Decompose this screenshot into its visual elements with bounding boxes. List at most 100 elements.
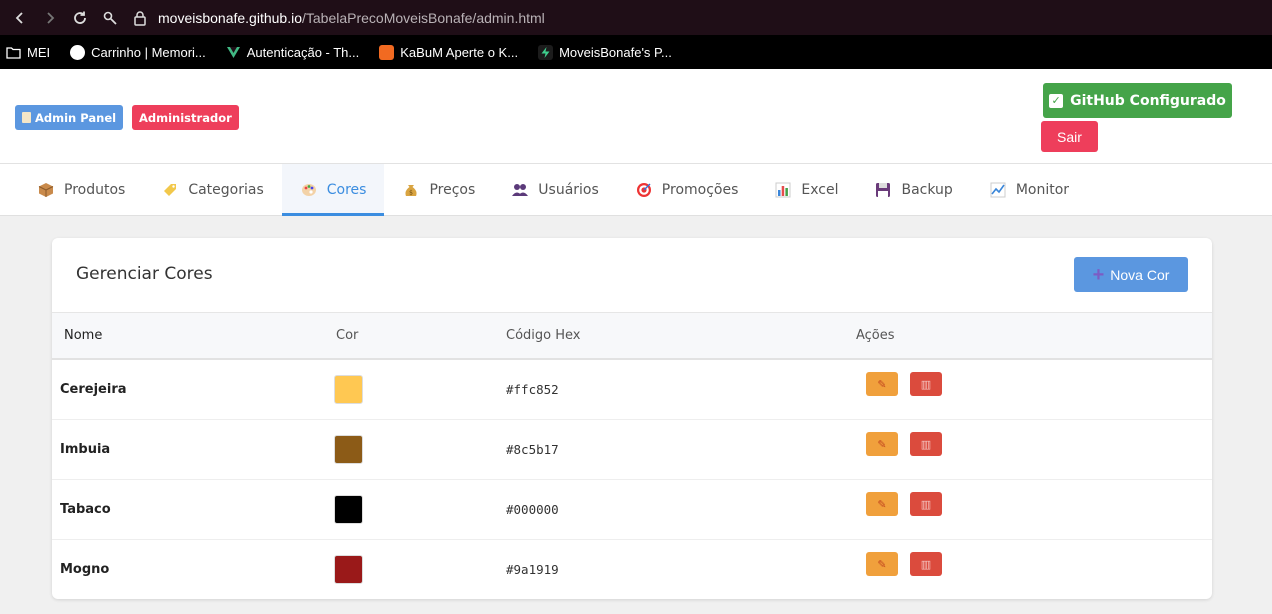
delete-button[interactable]: ▥ [910,372,942,397]
lock-icon [128,6,152,30]
color-hex: #000000 [506,479,856,540]
tag-icon [161,181,179,199]
edit-button[interactable]: ✎ [866,552,898,576]
users-icon [511,181,529,199]
table-row: Imbuia #8c5b17 ✎ ▥ [52,419,1212,480]
new-color-label: Nova Cor [1110,266,1170,283]
bookmark-label: MEI [27,44,51,60]
floppy-icon [874,181,892,199]
color-name: Tabaco [52,479,336,540]
tab-label: Backup [901,181,953,198]
check-icon: ✓ [1049,93,1064,108]
colors-table: Nome Cor Código Hex Ações Cerejeira #ffc… [52,313,1212,599]
color-swatch [334,434,363,464]
column-header-nome: Nome [52,313,336,360]
back-button[interactable] [8,6,32,30]
column-header-acoes: Ações [856,313,1212,360]
plus-icon: + [1092,263,1105,286]
tab-categorias[interactable]: Categorias [143,164,281,215]
browser-toolbar: moveisbonafe.github.io/TabelaPrecoMoveis… [0,0,1272,35]
color-hex: #8c5b17 [506,419,856,480]
admin-header: Admin Panel Administrador ✓ GitHub Confi… [0,69,1272,164]
tab-backup[interactable]: Backup [856,164,970,215]
color-swatch [334,374,363,404]
tab-promocoes[interactable]: Promoções [617,164,757,215]
folder-icon [6,46,21,59]
tab-label: Produtos [64,181,126,198]
tab-cores[interactable]: Cores [281,164,385,216]
bookmarks-bar: MEI Carrinho | Memori... Autenticação - … [0,35,1272,69]
table-row: Mogno #9a1919 ✎ ▥ [52,539,1212,599]
color-swatch [334,494,363,524]
kabum-icon [379,44,395,60]
table-row: Tabaco #000000 ✎ ▥ [52,479,1212,540]
new-color-button[interactable]: + Nova Cor [1074,257,1188,292]
reload-button[interactable] [68,6,92,30]
tab-precos[interactable]: $ Preços [384,164,493,215]
tab-produtos[interactable]: Produtos [19,164,143,215]
edit-button[interactable]: ✎ [866,432,898,456]
delete-button[interactable]: ▥ [910,492,942,516]
site-icon [70,44,86,60]
edit-button[interactable]: ✎ [866,492,898,516]
tab-label: Monitor [1015,181,1070,198]
vuetify-icon [226,46,240,58]
table-header-row: Nome Cor Código Hex Ações [52,313,1212,360]
bookmark-label: Autenticação - Th... [246,44,360,60]
column-header-hex: Código Hex [506,313,856,360]
tab-label: Categorias [188,181,264,198]
trash-icon: ▥ [920,377,932,391]
color-name: Imbuia [52,419,336,480]
color-name: Mogno [52,539,336,599]
tab-label: Cores [326,181,367,198]
money-bag-icon: $ [402,181,420,199]
pencil-icon: ✎ [877,557,887,571]
delete-button[interactable]: ▥ [910,432,942,456]
tab-bar: Produtos Categorias Cores $ Preços Usuár… [0,164,1272,216]
github-button-label: GitHub Configurado [1070,92,1226,109]
bookmark-carrinho[interactable]: Carrinho | Memori... [70,44,206,60]
github-configured-button[interactable]: ✓ GitHub Configurado [1043,83,1232,118]
bookmark-label: MoveisBonafe's P... [559,44,672,60]
trash-icon: ▥ [920,497,932,511]
bookmark-label: KaBuM Aperte o K... [400,44,519,60]
tab-label: Usuários [538,181,599,198]
color-swatch [334,554,363,584]
edit-button[interactable]: ✎ [866,372,898,397]
delete-button[interactable]: ▥ [910,552,942,576]
clipboard-icon [22,112,31,123]
back-arrow-icon [15,11,23,24]
admin-panel-badge: Admin Panel [15,105,124,130]
pencil-icon: ✎ [877,437,887,451]
bookmark-autenticacao[interactable]: Autenticação - Th... [226,44,360,60]
logout-button[interactable]: Sair [1041,121,1098,152]
package-icon [37,181,55,199]
color-hex: #9a1919 [506,539,856,599]
color-name: Cerejeira [52,359,336,420]
table-row: Cerejeira #ffc852 ✎ ▥ [52,359,1212,420]
svg-text:$: $ [410,189,414,196]
card-title: Gerenciar Cores [76,264,213,284]
supabase-icon [538,44,554,60]
colors-card: Gerenciar Cores + Nova Cor Nome Cor Códi… [52,238,1212,599]
line-chart-icon [989,181,1007,199]
tab-monitor[interactable]: Monitor [971,164,1087,215]
tab-usuarios[interactable]: Usuários [493,164,617,215]
site-info-button[interactable] [98,6,122,30]
forward-button[interactable] [38,6,62,30]
tab-label: Promoções [661,181,739,198]
chart-icon [774,181,792,199]
bookmark-kabum[interactable]: KaBuM Aperte o K... [379,44,519,60]
trash-icon: ▥ [920,557,932,571]
site-settings-icon [103,11,117,25]
tab-label: Excel [801,181,839,198]
tab-excel[interactable]: Excel [756,164,856,215]
tab-label: Preços [429,181,476,198]
target-icon [635,181,653,199]
forward-arrow-icon [47,11,55,24]
address-bar[interactable]: moveisbonafe.github.io/TabelaPrecoMoveis… [158,10,545,26]
role-badge: Administrador [132,105,239,130]
bookmark-mei[interactable]: MEI [6,45,50,60]
reload-icon [74,11,86,24]
bookmark-moveisbonafe[interactable]: MoveisBonafe's P... [538,44,672,60]
